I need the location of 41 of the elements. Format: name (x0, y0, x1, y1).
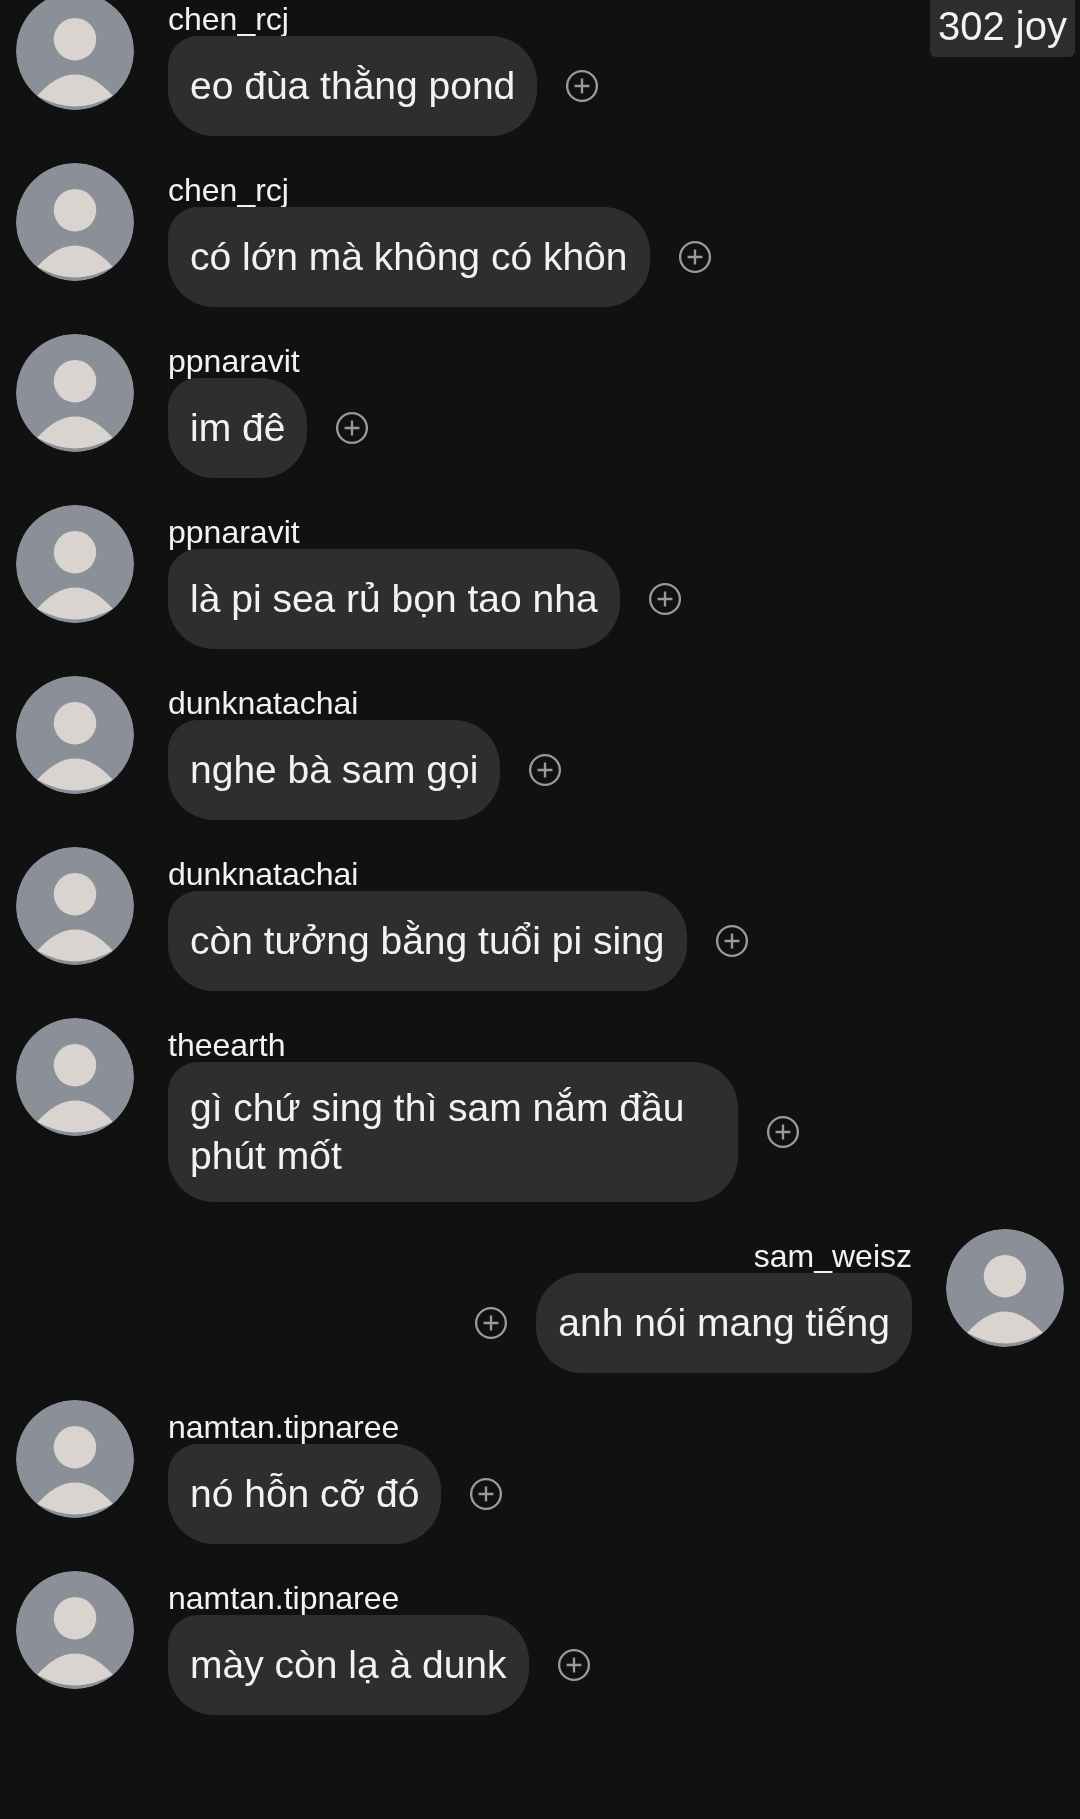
avatar[interactable] (16, 847, 134, 965)
sender-name: chen_rcj (168, 2, 289, 36)
message-bubble: anh nói mang tiếng (536, 1273, 912, 1373)
message-bubble: có lớn mà không có khôn (168, 207, 650, 307)
message-bubble: im đê (168, 378, 308, 478)
add-reaction-icon[interactable] (556, 1648, 591, 1682)
avatar[interactable] (16, 0, 134, 110)
add-reaction-icon[interactable] (565, 69, 600, 103)
sender-name: sam_weisz (753, 1239, 912, 1273)
add-reaction-icon[interactable] (677, 240, 712, 274)
sender-name: dunknatachai (168, 857, 359, 891)
sender-name: namtan.tipnaree (168, 1581, 400, 1615)
sender-name: theearth (168, 1028, 286, 1062)
add-reaction-icon[interactable] (335, 411, 370, 445)
avatar[interactable] (16, 1018, 134, 1136)
message-bubble: là pi sea rủ bọn tao nha (168, 549, 620, 649)
message-bubble: nó hỗn cỡ đó (168, 1444, 442, 1544)
sender-name: namtan.tipnaree (168, 1410, 400, 1444)
reaction-count: 302 joy (930, 0, 1075, 57)
message-bubble: nghe bà sam gọi (168, 720, 501, 820)
add-reaction-icon[interactable] (474, 1306, 509, 1340)
avatar[interactable] (946, 1229, 1064, 1347)
avatar[interactable] (16, 676, 134, 794)
avatar[interactable] (16, 163, 134, 281)
avatar[interactable] (16, 334, 134, 452)
add-reaction-icon[interactable] (714, 924, 749, 958)
sender-name: chen_rcj (168, 173, 289, 207)
sender-name: ppnaravit (168, 344, 300, 378)
sender-name: ppnaravit (168, 515, 300, 549)
message-bubble: eo đùa thằng pond (168, 36, 538, 136)
message-bubble: mày còn lạ à dunk (168, 1615, 529, 1715)
avatar[interactable] (16, 1571, 134, 1689)
add-reaction-icon[interactable] (469, 1477, 504, 1511)
add-reaction-icon[interactable] (766, 1115, 800, 1149)
add-reaction-icon[interactable] (647, 582, 682, 616)
sender-name: dunknatachai (168, 686, 359, 720)
avatar[interactable] (16, 505, 134, 623)
message-bubble: gì chứ sing thì sam nắm đầu phút mốt (168, 1062, 738, 1202)
avatar[interactable] (16, 1400, 134, 1518)
message-bubble: còn tưởng bằng tuổi pi sing (168, 891, 687, 991)
add-reaction-icon[interactable] (528, 753, 563, 787)
